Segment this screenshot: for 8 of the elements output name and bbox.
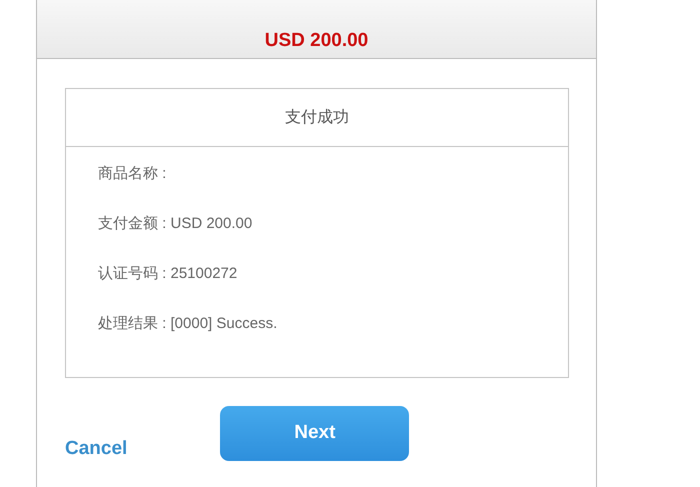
detail-line: 商品名称 : — [98, 164, 168, 183]
detail-line: 处理结果 : [0000] Success. — [98, 314, 278, 333]
cancel-link[interactable]: Cancel — [65, 438, 128, 460]
panel-title: 支付成功 — [66, 89, 568, 147]
next-button[interactable]: Next — [220, 406, 410, 461]
detail-line: 认证号码 : 25100272 — [98, 264, 238, 283]
amount-total: USD 200.00 — [264, 30, 368, 52]
detail-line: 支付金额 : USD 200.00 — [98, 214, 254, 233]
